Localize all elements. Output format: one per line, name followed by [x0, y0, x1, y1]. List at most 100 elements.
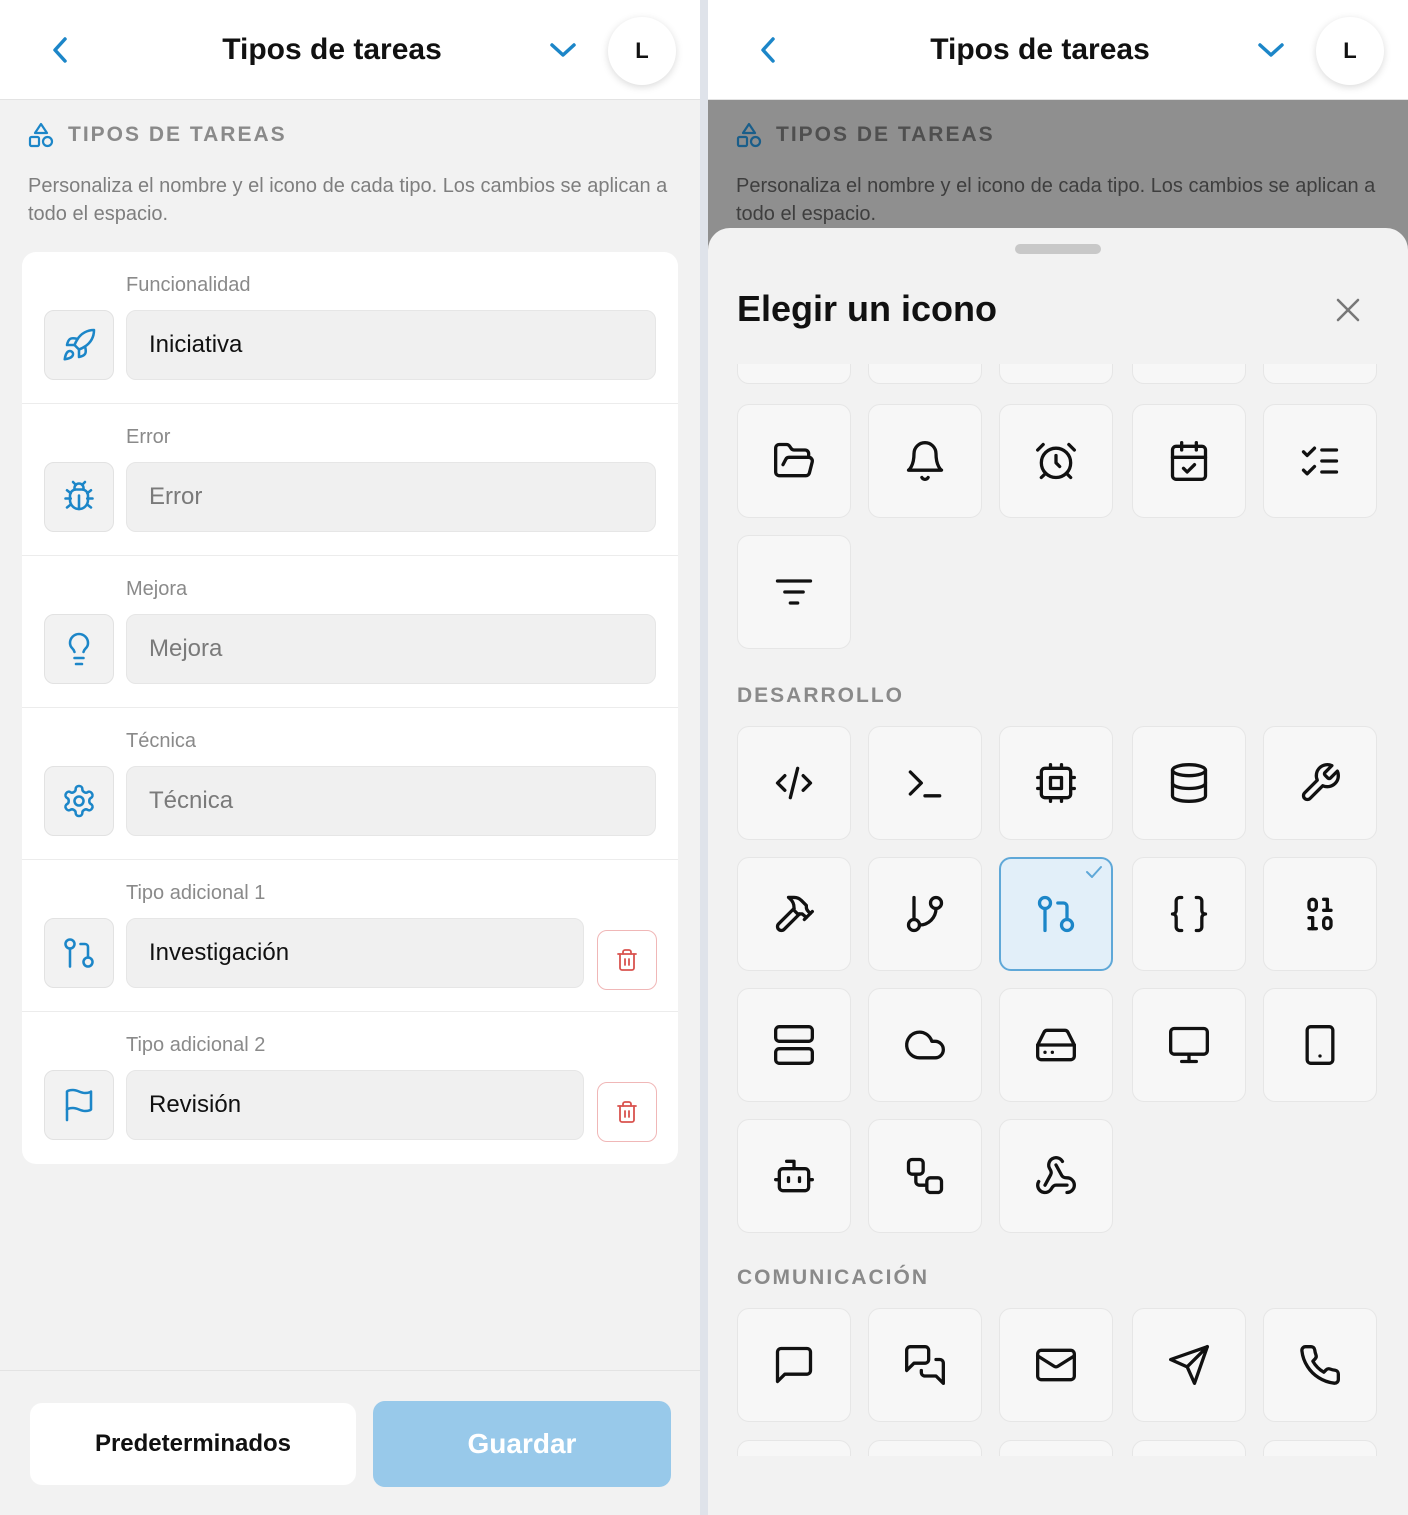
cpu-icon	[1036, 763, 1076, 803]
icon-tile[interactable]	[1132, 364, 1246, 384]
top-bar: Tipos de tareas L	[0, 0, 700, 100]
cloud-icon	[905, 1030, 945, 1060]
section-description: Personaliza el nombre y el icono de cada…	[736, 175, 1376, 225]
task-type-name-input[interactable]	[126, 766, 656, 836]
category-label-communication: COMUNICACIÓN	[737, 1266, 929, 1289]
icon-tile[interactable]	[999, 1440, 1113, 1456]
braces-icon	[1170, 895, 1208, 933]
icon-tile-bell[interactable]	[868, 404, 982, 518]
rocket-icon	[63, 328, 96, 361]
icon-tile-workflow[interactable]	[868, 1119, 982, 1233]
task-type-row: Tipo adicional 1	[22, 860, 678, 1012]
sheet-drag-handle[interactable]	[1015, 244, 1101, 254]
gear-icon	[64, 784, 94, 818]
icon-tile[interactable]	[1263, 364, 1377, 384]
defaults-button[interactable]: Predeterminados	[30, 1403, 356, 1485]
task-type-icon-button[interactable]	[44, 310, 114, 380]
bot-icon	[774, 1159, 814, 1193]
task-type-row: Mejora	[22, 556, 678, 708]
monitor-icon	[1169, 1026, 1209, 1064]
icon-tile[interactable]	[1132, 1440, 1246, 1456]
folder-open-icon	[774, 442, 814, 478]
git-compare-icon	[64, 938, 94, 968]
icon-tile-folder-open[interactable]	[737, 404, 851, 518]
list-checks-icon	[1301, 446, 1339, 476]
icon-tile-webhook[interactable]	[999, 1119, 1113, 1233]
task-type-icon-button[interactable]	[44, 918, 114, 988]
icon-tile-binary[interactable]	[1263, 857, 1377, 971]
title-dropdown-button[interactable]	[540, 30, 586, 70]
section-title: TIPOS DE TAREAS	[776, 123, 995, 146]
icon-tile-tablet[interactable]	[1263, 988, 1377, 1102]
task-type-name-input[interactable]	[126, 1070, 584, 1140]
delete-type-button[interactable]	[597, 930, 657, 990]
delete-type-button[interactable]	[597, 1082, 657, 1142]
icon-tile[interactable]	[1263, 1440, 1377, 1456]
git-branch-icon	[906, 895, 944, 933]
task-type-name-input[interactable]	[126, 614, 656, 684]
icon-tile-monitor[interactable]	[1132, 988, 1246, 1102]
workflow-icon	[906, 1157, 944, 1195]
top-bar: Tipos de tareas L	[708, 0, 1408, 100]
icon-tile[interactable]	[868, 1440, 982, 1456]
icon-tile-git-compare-selected[interactable]	[999, 857, 1113, 971]
icon-tile-wrench[interactable]	[1263, 726, 1377, 840]
binary-icon	[1307, 897, 1333, 931]
task-type-name-input[interactable]	[126, 918, 584, 988]
section-description: Personaliza el nombre y el icono de cada…	[28, 175, 668, 225]
icon-tile-bot[interactable]	[737, 1119, 851, 1233]
chevron-down-icon	[1258, 43, 1284, 57]
task-type-name-input[interactable]	[126, 462, 656, 532]
section-header: TIPOS DE TAREAS	[28, 122, 287, 148]
icon-tile-message-square[interactable]	[737, 1308, 851, 1422]
bug-icon	[64, 480, 94, 511]
icon-tile-cpu[interactable]	[999, 726, 1113, 840]
icon-tile[interactable]	[999, 364, 1113, 384]
icon-tile-mail[interactable]	[999, 1308, 1113, 1422]
task-type-row: Error	[22, 404, 678, 556]
save-button[interactable]: Guardar	[373, 1401, 671, 1487]
message-square-icon	[775, 1346, 813, 1384]
database-icon	[1170, 763, 1208, 803]
icon-tile[interactable]	[737, 1440, 851, 1456]
task-type-icon-button[interactable]	[44, 462, 114, 532]
task-type-label: Técnica	[126, 730, 197, 752]
icon-tile-code[interactable]	[737, 726, 851, 840]
icon-tile-phone[interactable]	[1263, 1308, 1377, 1422]
icon-tile[interactable]	[868, 364, 982, 384]
hammer-icon	[775, 895, 814, 933]
icon-tile-filter[interactable]	[737, 535, 851, 649]
icon-tile[interactable]	[737, 364, 851, 384]
close-button[interactable]	[1328, 290, 1368, 330]
user-avatar[interactable]: L	[1316, 17, 1384, 85]
icon-tile-database[interactable]	[1132, 726, 1246, 840]
user-avatar[interactable]: L	[608, 17, 676, 85]
icon-tile-alarm-clock[interactable]	[999, 404, 1113, 518]
task-type-icon-button[interactable]	[44, 1070, 114, 1140]
task-type-icon-button[interactable]	[44, 766, 114, 836]
icon-tile-server[interactable]	[737, 988, 851, 1102]
icon-tile-terminal[interactable]	[868, 726, 982, 840]
phone-icon	[1300, 1345, 1340, 1385]
icon-tile-braces[interactable]	[1132, 857, 1246, 971]
task-type-name-input[interactable]	[126, 310, 656, 380]
shapes-icon	[736, 122, 762, 148]
send-icon	[1169, 1345, 1209, 1385]
icon-tile-send[interactable]	[1132, 1308, 1246, 1422]
icon-tile-hard-drive[interactable]	[999, 988, 1113, 1102]
messages-icon	[905, 1345, 945, 1385]
icon-tile-git-branch[interactable]	[868, 857, 982, 971]
icon-tile-hammer[interactable]	[737, 857, 851, 971]
section-header: TIPOS DE TAREAS	[736, 122, 995, 148]
icon-tile-cloud[interactable]	[868, 988, 982, 1102]
icon-tile-list-checks[interactable]	[1263, 404, 1377, 518]
title-dropdown-button[interactable]	[1248, 30, 1294, 70]
webhook-icon	[1036, 1156, 1076, 1195]
hard-drive-icon	[1036, 1028, 1076, 1062]
code-icon	[775, 766, 813, 800]
bell-icon	[906, 441, 944, 481]
icon-tile-calendar-check[interactable]	[1132, 404, 1246, 518]
server-icon	[774, 1025, 814, 1065]
icon-tile-messages[interactable]	[868, 1308, 982, 1422]
task-type-icon-button[interactable]	[44, 614, 114, 684]
